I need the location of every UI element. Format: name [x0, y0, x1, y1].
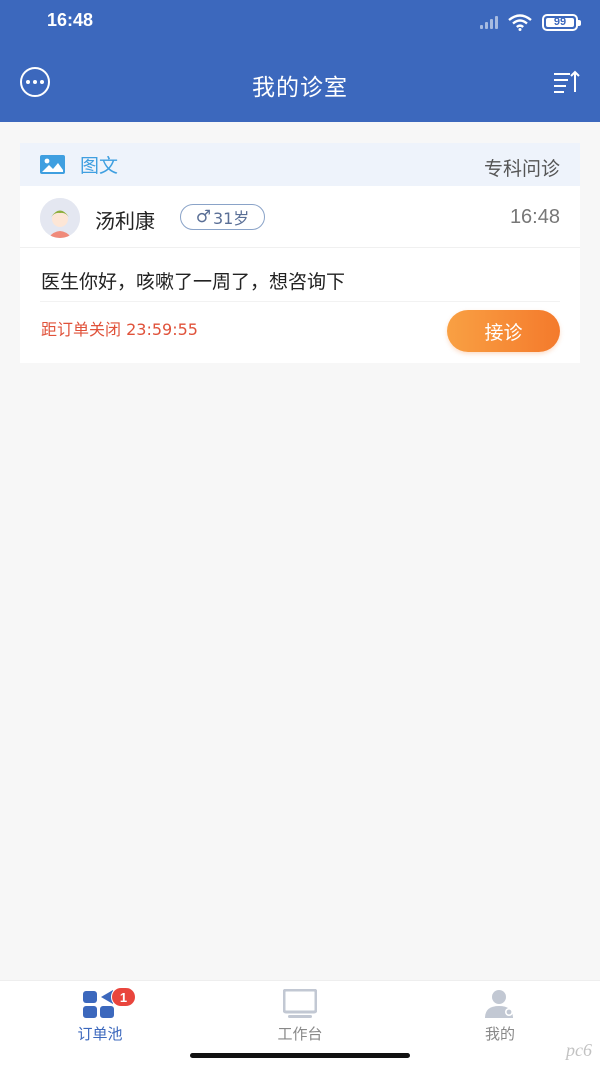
image-icon	[40, 155, 65, 174]
status-icons: 99	[480, 12, 581, 32]
male-icon: ♂	[195, 207, 211, 227]
tab-order-pool[interactable]: 1 订单池	[0, 981, 200, 1067]
order-countdown: 距订单关闭 23:59:55	[41, 320, 198, 339]
monitor-icon	[283, 989, 317, 1018]
consult-type-label: 图文	[80, 155, 119, 177]
battery-icon: 99	[542, 13, 581, 31]
tab-label: 工作台	[277, 1025, 323, 1043]
status-time: 16:48	[47, 10, 94, 30]
app-header: 16:48 99 我的诊室	[0, 0, 600, 122]
department-label: 专科问诊	[483, 158, 560, 180]
patient-name: 汤利康	[95, 209, 155, 233]
notification-badge: 1	[111, 987, 136, 1007]
battery-level: 99	[553, 16, 567, 28]
tab-label: 订单池	[77, 1025, 123, 1043]
signal-icon	[480, 15, 498, 29]
accept-button[interactable]: 接诊	[447, 310, 560, 352]
avatar	[40, 198, 80, 238]
patient-row: 汤利康 ♂ 31岁 16:48	[20, 186, 580, 248]
divider	[40, 301, 560, 302]
gender-age-badge: ♂ 31岁	[180, 204, 265, 230]
home-indicator	[190, 1053, 410, 1058]
watermark: pc6	[566, 1040, 592, 1060]
card-header: 图文 专科问诊	[20, 143, 580, 186]
message-time: 16:48	[509, 206, 560, 228]
consultation-card[interactable]: 图文 专科问诊 汤利康 ♂ 31岁 16:48 医生你好，咳嗽了一周了，想咨询下…	[20, 143, 580, 363]
sort-list-icon[interactable]	[552, 70, 580, 94]
message-preview: 医生你好，咳嗽了一周了，想咨询下	[41, 271, 346, 293]
wifi-icon	[508, 13, 532, 31]
page-title: 我的诊室	[252, 75, 348, 101]
user-icon	[485, 990, 513, 1018]
patient-age: 31岁	[212, 209, 250, 228]
